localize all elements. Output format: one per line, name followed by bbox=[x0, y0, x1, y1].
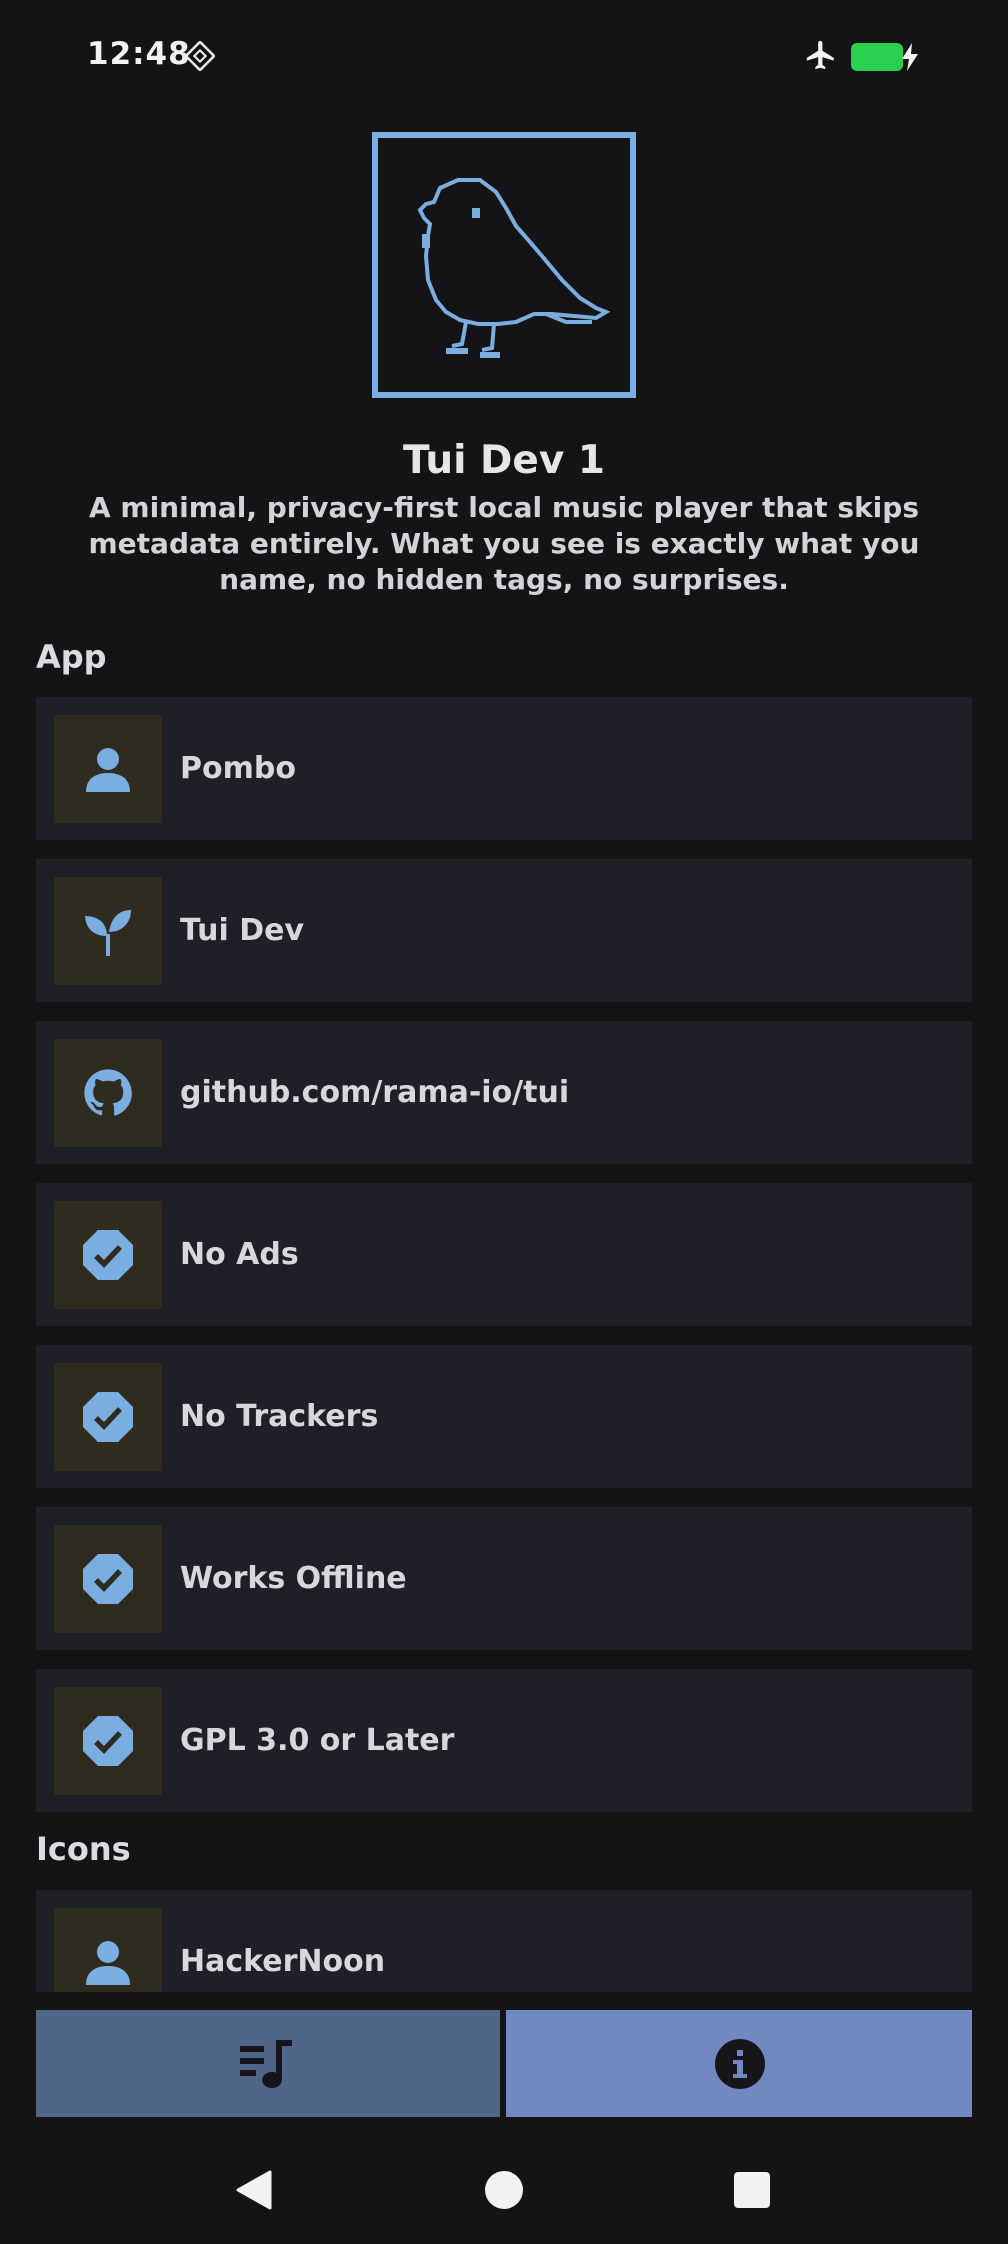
person-icon bbox=[86, 1941, 130, 1985]
item-label: Works Offline bbox=[180, 1561, 407, 1596]
list-item-works-offline[interactable]: Works Offline bbox=[36, 1507, 972, 1650]
list-item-pombo[interactable]: Pombo bbox=[36, 697, 972, 840]
section-label-icons: Icons bbox=[36, 1830, 131, 1868]
list-item-tui-dev[interactable]: Tui Dev bbox=[36, 859, 972, 1002]
item-icon-box bbox=[54, 1201, 162, 1309]
home-icon[interactable] bbox=[485, 2171, 523, 2209]
back-icon[interactable] bbox=[234, 2170, 274, 2210]
item-label: Tui Dev bbox=[180, 913, 305, 948]
item-icon-box bbox=[54, 1363, 162, 1471]
check-badge-icon bbox=[83, 1392, 133, 1442]
charging-bolt-icon bbox=[902, 43, 918, 71]
list-scroll-clip: HackerNoon bbox=[0, 1890, 1008, 1992]
check-badge-icon bbox=[83, 1554, 133, 1604]
info-icon bbox=[715, 2039, 765, 2089]
item-label: GPL 3.0 or Later bbox=[180, 1723, 455, 1758]
item-icon-box bbox=[54, 1687, 162, 1795]
status-time: 12:48 bbox=[87, 36, 191, 72]
sim-card-icon bbox=[185, 41, 215, 71]
playlist-music-icon bbox=[240, 2040, 292, 2088]
list-item-no-trackers[interactable]: No Trackers bbox=[36, 1345, 972, 1488]
airplane-mode-icon bbox=[806, 40, 834, 70]
item-icon-box bbox=[54, 1908, 162, 1992]
item-label: Pombo bbox=[180, 751, 296, 786]
list-item-no-ads[interactable]: No Ads bbox=[36, 1183, 972, 1326]
person-icon bbox=[86, 748, 130, 792]
list-item-license[interactable]: GPL 3.0 or Later bbox=[36, 1669, 972, 1812]
recents-icon[interactable] bbox=[734, 2172, 770, 2208]
battery-icon bbox=[851, 43, 903, 71]
app-title: Tui Dev 1 bbox=[403, 438, 605, 483]
check-badge-icon bbox=[83, 1716, 133, 1766]
nav-tab-playlist[interactable] bbox=[36, 2010, 500, 2117]
list-item-hackernoon[interactable]: HackerNoon bbox=[36, 1890, 972, 1992]
sprout-icon bbox=[85, 910, 131, 956]
nav-tab-about[interactable] bbox=[506, 2010, 972, 2117]
status-bar: 12:48 bbox=[0, 0, 1008, 115]
item-icon-box bbox=[54, 1039, 162, 1147]
item-icon-box bbox=[54, 1525, 162, 1633]
item-label: No Trackers bbox=[180, 1399, 379, 1434]
item-label: github.com/rama-io/tui bbox=[180, 1075, 570, 1110]
item-label: HackerNoon bbox=[180, 1944, 386, 1979]
check-badge-icon bbox=[83, 1230, 133, 1280]
list-item-github[interactable]: github.com/rama-io/tui bbox=[36, 1021, 972, 1164]
section-label-app: App bbox=[36, 638, 107, 676]
github-icon bbox=[84, 1069, 132, 1116]
item-icon-box bbox=[54, 877, 162, 985]
item-label: No Ads bbox=[180, 1237, 299, 1272]
bird-logo-icon bbox=[372, 132, 636, 398]
app-description: A minimal, privacy-first local music pla… bbox=[88, 491, 920, 596]
item-icon-box bbox=[54, 715, 162, 823]
